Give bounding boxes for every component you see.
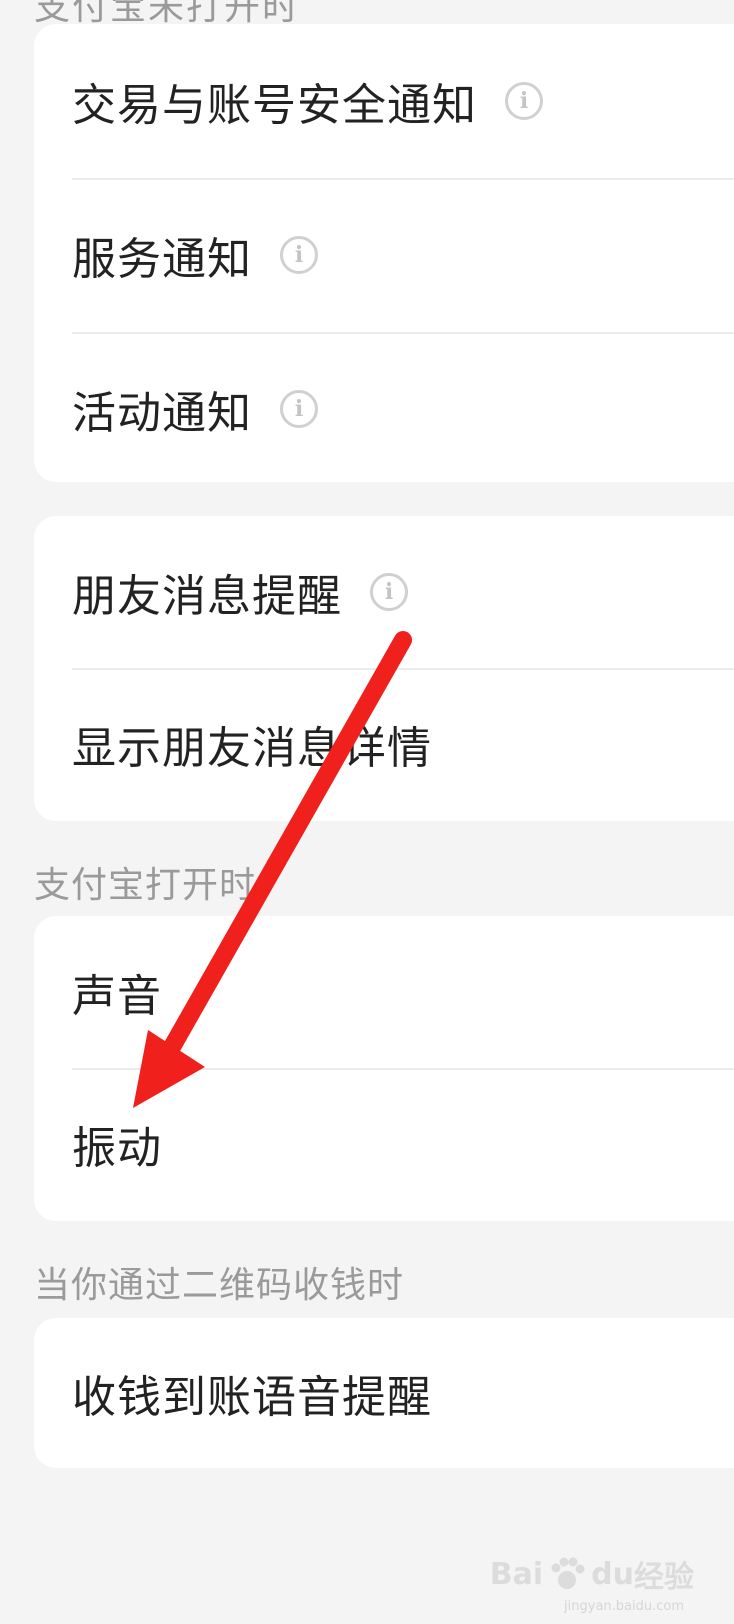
row-receipt-voice-reminder[interactable]: 收钱到账语音提醒 <box>34 1318 734 1468</box>
row-label: 服务通知 <box>72 234 252 285</box>
info-icon[interactable]: i <box>280 236 318 274</box>
row-label: 活动通知 <box>72 388 252 439</box>
notification-card-4: 收钱到账语音提醒 <box>34 1318 734 1468</box>
notification-card-2: 朋友消息提醒 i 显示朋友消息详情 <box>34 516 734 821</box>
row-label: 振动 <box>72 1123 162 1174</box>
row-show-friend-message-details[interactable]: 显示朋友消息详情 <box>34 668 734 820</box>
row-label: 朋友消息提醒 <box>72 571 342 622</box>
info-icon[interactable]: i <box>280 390 318 428</box>
section-header-app-open: 支付宝打开时 <box>34 865 257 906</box>
row-label: 交易与账号安全通知 <box>72 80 477 131</box>
watermark-suffix: 经验 <box>634 1560 694 1595</box>
row-sound[interactable]: 声音 <box>34 916 734 1068</box>
watermark-brand-left: Bai <box>489 1556 544 1592</box>
row-label: 显示朋友消息详情 <box>72 723 432 774</box>
row-label: 收钱到账语音提醒 <box>72 1372 432 1423</box>
baidu-jingyan-watermark: Bai du 经验 jingyan.baidu.com <box>489 1552 694 1615</box>
row-friend-message-reminder[interactable]: 朋友消息提醒 i <box>34 516 734 668</box>
notification-card-1: 交易与账号安全通知 i 服务通知 i 活动通知 i <box>34 24 734 482</box>
row-service-notice[interactable]: 服务通知 i <box>34 178 734 332</box>
row-vibration[interactable]: 振动 <box>34 1068 734 1220</box>
watermark-url: jingyan.baidu.com <box>564 1599 684 1614</box>
notification-card-3: 声音 振动 <box>34 916 734 1221</box>
row-label: 声音 <box>72 971 162 1022</box>
info-icon[interactable]: i <box>505 82 543 120</box>
row-trade-security-notice[interactable]: 交易与账号安全通知 i <box>34 24 734 178</box>
section-header-qr-receive: 当你通过二维码收钱时 <box>34 1265 405 1306</box>
watermark-brand-right: du <box>591 1556 634 1592</box>
info-icon[interactable]: i <box>370 573 408 611</box>
row-activity-notice[interactable]: 活动通知 i <box>34 332 734 482</box>
paw-icon <box>551 1557 585 1589</box>
